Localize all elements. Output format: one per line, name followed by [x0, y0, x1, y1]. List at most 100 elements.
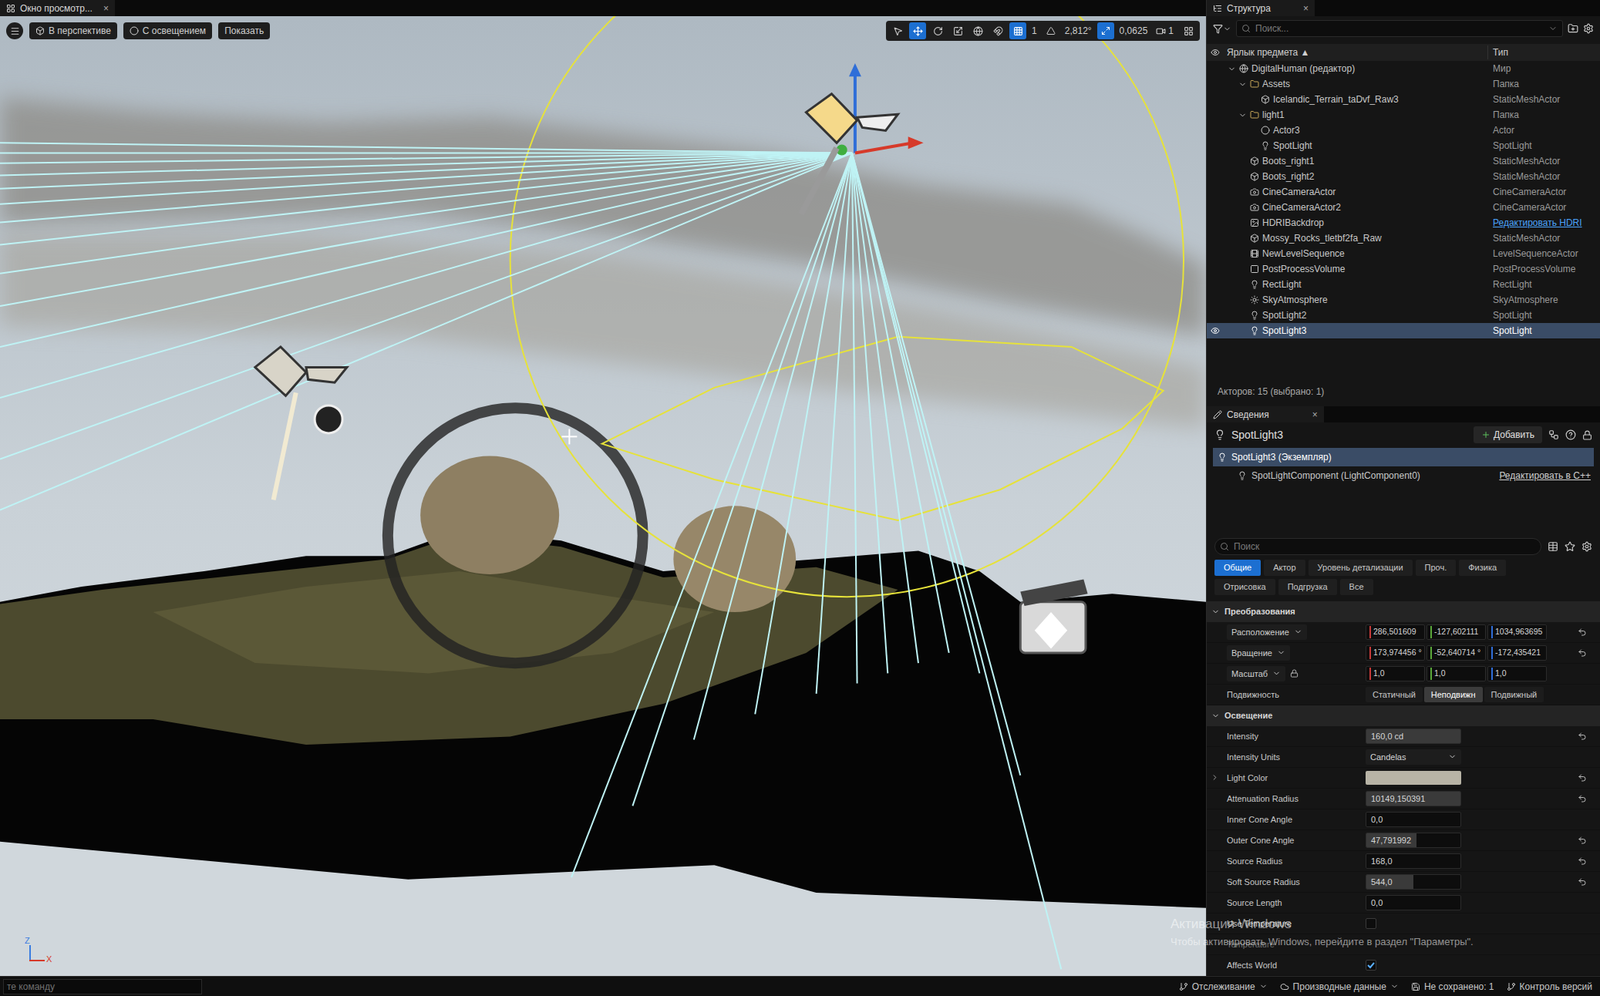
status-item[interactable]: Отслеживание — [1178, 980, 1268, 994]
expand-icon[interactable] — [1227, 64, 1237, 74]
component-row[interactable]: SpotLight3 (Экземпляр) — [1212, 448, 1594, 467]
surface-snap-button[interactable] — [989, 22, 1007, 40]
outliner-search[interactable]: Поиск... — [1236, 20, 1563, 38]
details-search[interactable]: Поиск — [1214, 538, 1542, 556]
viewport-scene[interactable] — [0, 16, 1206, 977]
vector-field[interactable]: -127,602111 — [1426, 624, 1486, 640]
outliner-row[interactable]: DigitalHuman (редактор)Мир — [1206, 60, 1600, 77]
checkbox[interactable] — [1365, 918, 1377, 930]
outliner-row[interactable]: HDRIBackdropРедактировать HDRI — [1206, 215, 1600, 231]
expand-icon[interactable] — [1238, 111, 1247, 120]
column-header[interactable]: Тип — [1488, 45, 1600, 60]
blueprint-icon[interactable] — [1548, 429, 1560, 441]
viewport-menu-button[interactable] — [6, 22, 24, 40]
reset-icon[interactable] — [1577, 648, 1587, 658]
vector-field[interactable]: -52,640714 ° — [1426, 645, 1486, 661]
angle-snap-value[interactable]: 2,812° — [1062, 23, 1095, 38]
filter-tab[interactable]: Общие — [1214, 559, 1261, 576]
filter-tab[interactable]: Подгрузка — [1278, 579, 1338, 596]
lock-icon[interactable] — [1290, 669, 1299, 678]
console-input[interactable]: те команду — [3, 979, 203, 995]
lock-icon[interactable] — [1582, 430, 1593, 441]
reset-icon[interactable] — [1577, 731, 1587, 742]
filter-tab[interactable]: Отрисовка — [1214, 579, 1276, 596]
transform-mode-dropdown[interactable]: Расположение — [1226, 624, 1307, 640]
select-field[interactable]: Candelas — [1365, 749, 1462, 765]
filter-tab[interactable]: Физика — [1458, 559, 1506, 576]
settings-icon[interactable] — [1581, 541, 1593, 553]
status-item[interactable]: Производные данные — [1280, 980, 1399, 994]
layout-button[interactable] — [1179, 22, 1197, 40]
slider-field[interactable]: 544,0 — [1365, 874, 1462, 890]
outliner-row[interactable]: CineCameraActorCineCameraActor — [1206, 184, 1600, 200]
outliner-row[interactable]: SpotLight3SpotLight — [1206, 323, 1600, 339]
slider-field[interactable]: 10149,150391 — [1365, 791, 1462, 807]
eye-icon[interactable] — [1210, 326, 1220, 336]
settings-icon[interactable] — [1583, 23, 1594, 34]
vector-field[interactable]: 286,501609 — [1365, 624, 1425, 640]
reset-icon[interactable] — [1577, 835, 1587, 846]
outliner-row[interactable]: Actor3Actor — [1206, 122, 1600, 139]
transform-mode-dropdown[interactable]: Масштаб — [1226, 666, 1286, 682]
outliner-row[interactable]: AssetsПапка — [1206, 76, 1600, 92]
section-header[interactable]: Освещение — [1206, 705, 1600, 727]
component-row[interactable]: SpotLightComponent (LightComponent0)Реда… — [1212, 466, 1594, 486]
outliner-row[interactable]: Mossy_Rocks_tletbf2fa_RawStaticMeshActor — [1206, 230, 1600, 246]
outliner-row[interactable]: Boots_right2StaticMeshActor — [1206, 168, 1600, 185]
favorites-icon[interactable] — [1564, 541, 1576, 553]
camera-speed-button[interactable]: 1 — [1152, 23, 1177, 38]
filter-tab[interactable]: Все — [1340, 579, 1374, 596]
viewport-mode-button[interactable]: С освещением — [123, 22, 213, 40]
close-button[interactable]: × — [1312, 407, 1318, 422]
viewport[interactable]: В перспективеС освещениемПоказать12,812°… — [0, 16, 1206, 977]
reset-icon[interactable] — [1577, 877, 1587, 887]
outliner-row[interactable]: SkyAtmosphereSkyAtmosphere — [1206, 292, 1600, 308]
vector-field[interactable]: 173,974456 ° — [1365, 645, 1425, 661]
scale-snap-value[interactable]: 0,0625 — [1117, 23, 1151, 38]
vector-field[interactable]: 1,0 — [1426, 666, 1486, 682]
viewport-mode-button[interactable]: Показать — [218, 22, 270, 40]
reset-icon[interactable] — [1577, 794, 1587, 804]
grid-snap-value[interactable]: 1 — [1029, 23, 1040, 38]
world-space-button[interactable] — [969, 22, 987, 40]
mobility-option[interactable]: Неподвижн — [1424, 687, 1483, 703]
vector-field[interactable]: 1034,963695 — [1487, 624, 1547, 640]
viewport-tab[interactable]: Окно просмотр...× — [0, 0, 115, 17]
move-tool-button[interactable] — [909, 22, 927, 40]
table-view-icon[interactable] — [1547, 541, 1559, 553]
outliner-row[interactable]: Icelandic_Terrain_taDvf_Raw3StaticMeshAc… — [1206, 91, 1600, 108]
angle-snap-button[interactable] — [1042, 22, 1060, 40]
outliner-row[interactable]: Boots_right1StaticMeshActor — [1206, 153, 1600, 169]
mobility-option[interactable]: Подвижный — [1484, 687, 1545, 703]
transform-mode-dropdown[interactable]: Вращение — [1226, 645, 1291, 661]
help-icon[interactable] — [1565, 429, 1577, 441]
status-item[interactable]: Контроль версий — [1506, 980, 1593, 994]
edit-cpp-link[interactable]: Редактировать в C++ — [1498, 468, 1594, 483]
new-folder-icon[interactable] — [1567, 23, 1579, 34]
add-component-button[interactable]: Добавить — [1473, 426, 1543, 444]
outliner-row[interactable]: SpotLightSpotLight — [1206, 138, 1600, 154]
scale-tool-button[interactable] — [949, 22, 967, 40]
mobility-option[interactable]: Статичный — [1365, 687, 1423, 703]
expand-icon[interactable] — [1210, 773, 1220, 782]
filter-tab[interactable]: Уровень детализации — [1308, 559, 1413, 576]
filter-tab[interactable]: Актор — [1263, 559, 1305, 576]
status-item[interactable]: Не сохранено: 1 — [1411, 980, 1495, 994]
rotate-tool-button[interactable] — [929, 22, 947, 40]
outliner-tab[interactable]: Структура× — [1206, 0, 1315, 17]
vector-field[interactable]: 1,0 — [1487, 666, 1547, 682]
details-tab[interactable]: Сведения× — [1206, 406, 1324, 423]
reset-icon[interactable] — [1577, 856, 1587, 866]
scale-snap-button[interactable] — [1097, 22, 1115, 40]
filter-button[interactable] — [1212, 23, 1232, 34]
section-header[interactable]: Преобразования — [1206, 601, 1600, 623]
outliner-row[interactable]: light1Папка — [1206, 107, 1600, 123]
number-field[interactable]: 168,0 — [1365, 853, 1462, 870]
reset-icon[interactable] — [1577, 627, 1587, 637]
outliner-row[interactable]: NewLevelSequenceLevelSequenceActor — [1206, 245, 1600, 262]
grid-snap-button[interactable] — [1009, 22, 1027, 40]
outliner-row[interactable]: PostProcessVolumePostProcessVolume — [1206, 261, 1600, 277]
number-field[interactable]: 0,0 — [1365, 895, 1462, 911]
outliner-row[interactable]: SpotLight2SpotLight — [1206, 307, 1600, 324]
slider-field[interactable]: 160,0 cd — [1365, 728, 1462, 745]
